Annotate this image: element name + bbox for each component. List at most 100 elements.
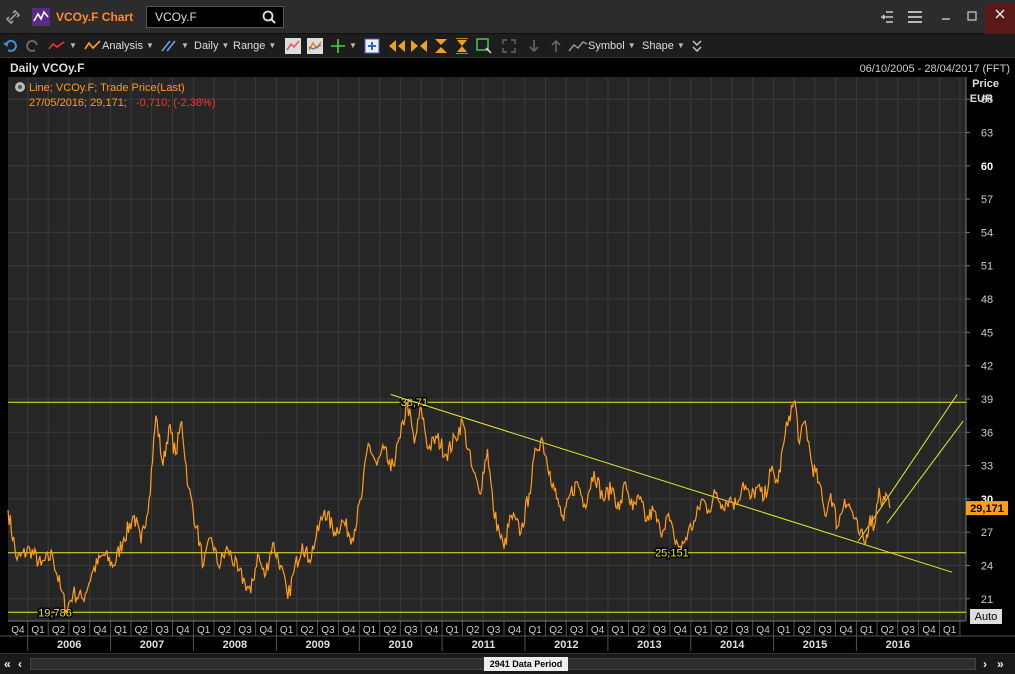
y-tick-label: 48	[981, 294, 993, 306]
x-year-label: 2012	[554, 639, 578, 651]
symbol-button[interactable]: Symbol ▼	[568, 34, 636, 57]
minimize-button[interactable]	[932, 6, 960, 28]
x-quarter-label: Q1	[694, 625, 708, 636]
time-scrollbar[interactable]: « ‹ 2941 Data Period › »	[0, 653, 1015, 674]
level-label: 19,786	[38, 607, 72, 619]
fit-horizontal-icon[interactable]	[410, 34, 428, 57]
x-quarter-label: Q2	[383, 625, 397, 636]
x-quarter-label: Q1	[943, 625, 957, 636]
x-quarter-label: Q1	[529, 625, 543, 636]
select-area-icon[interactable]	[476, 34, 492, 57]
shape-dropdown[interactable]: Shape ▼	[642, 34, 685, 57]
x-quarter-label: Q4	[674, 625, 688, 636]
auto-scale-button[interactable]: Auto	[970, 609, 1002, 624]
more-icon[interactable]	[692, 34, 702, 57]
zoom-in-icon[interactable]	[364, 34, 380, 57]
fit-vertical-icon[interactable]	[434, 34, 448, 57]
x-year-label: 2009	[306, 639, 330, 651]
x-quarter-label: Q4	[176, 625, 190, 636]
x-quarter-label: Q3	[321, 625, 335, 636]
x-year-label: 2011	[472, 639, 496, 651]
chart-toolbar: ▼ Analysis ▼ ▼ Daily ▼ Range ▼ ▼ Symbol …	[0, 34, 1015, 58]
fullscreen-icon[interactable]	[502, 34, 516, 57]
x-quarter-label: Q2	[881, 625, 895, 636]
x-quarter-label: Q4	[756, 625, 770, 636]
y-axis-unit: EUR	[970, 93, 993, 105]
draw-tool-icon[interactable]: ▼	[160, 34, 189, 57]
x-quarter-label: Q2	[218, 625, 232, 636]
x-year-label: 2007	[140, 639, 164, 651]
legend-change: -0,710; (-2,38%)	[136, 97, 215, 109]
x-year-label: 2010	[388, 639, 412, 651]
line-style-icon[interactable]: ▼	[48, 34, 77, 57]
x-year-label: 2016	[886, 639, 910, 651]
x-quarter-label: Q3	[73, 625, 87, 636]
scroll-start-icon[interactable]: «	[4, 657, 11, 671]
x-quarter-label: Q2	[715, 625, 729, 636]
scroll-next-icon[interactable]: ›	[983, 657, 987, 671]
y-axis-label: Price	[972, 78, 999, 90]
x-quarter-label: Q4	[11, 625, 25, 636]
x-quarter-label: Q4	[922, 625, 936, 636]
x-quarter-label: Q3	[818, 625, 832, 636]
y-tick-label: 42	[981, 361, 993, 373]
link-icon[interactable]	[6, 0, 20, 33]
price-chart[interactable]: 21242730333639424548515457606366 38,7125…	[0, 58, 1015, 653]
y-tick-label: 27	[981, 527, 993, 539]
x-quarter-label: Q1	[363, 625, 377, 636]
y-tick-label: 63	[981, 128, 993, 140]
scroll-end-icon[interactable]: »	[997, 657, 1004, 671]
x-quarter-label: Q4	[342, 625, 356, 636]
auto-scale-label: Auto	[975, 611, 998, 623]
x-year-label: 2008	[223, 639, 247, 651]
shape-label: Shape	[642, 39, 674, 52]
x-quarter-label: Q2	[798, 625, 812, 636]
chart-type-icon[interactable]	[285, 34, 301, 57]
legend-series: Line; VCOy.F; Trade Price(Last)	[29, 82, 185, 94]
x-quarter-label: Q1	[114, 625, 128, 636]
y-tick-label: 51	[981, 261, 993, 273]
x-quarter-label: Q1	[860, 625, 874, 636]
x-quarter-label: Q2	[549, 625, 563, 636]
redo-icon[interactable]	[24, 34, 40, 57]
x-quarter-label: Q2	[52, 625, 66, 636]
x-quarter-label: Q3	[238, 625, 252, 636]
title-bar: VCOy.F Chart VCOy.F	[0, 0, 1015, 34]
arrow-down-icon[interactable]	[528, 34, 540, 57]
x-quarter-label: Q1	[197, 625, 211, 636]
y-tick-label: 24	[981, 561, 993, 573]
level-label: 25,151	[655, 548, 689, 560]
date-range: 06/10/2005 - 28/04/2017 (FFT)	[860, 63, 1010, 75]
maximize-button[interactable]	[958, 6, 986, 28]
legend-date-value: 27/05/2016; 29,171;	[29, 97, 127, 109]
scroll-left-icon[interactable]	[388, 34, 406, 57]
y-tick-label: 57	[981, 194, 993, 206]
compare-icon[interactable]	[307, 34, 323, 57]
x-quarter-label: Q3	[653, 625, 667, 636]
y-tick-label: 60	[981, 161, 993, 173]
x-quarter-label: Q3	[404, 625, 418, 636]
x-quarter-label: Q3	[487, 625, 501, 636]
x-quarter-label: Q1	[446, 625, 460, 636]
chart-title: Daily VCOy.F	[10, 61, 84, 75]
close-button[interactable]	[985, 4, 1015, 34]
x-quarter-label: Q2	[466, 625, 480, 636]
x-year-label: 2014	[720, 639, 745, 651]
undo-icon[interactable]	[3, 34, 19, 57]
legend-toggle-icon[interactable]	[15, 82, 25, 92]
y-tick-label: 54	[981, 227, 993, 239]
range-dropdown[interactable]: Range ▼	[233, 34, 276, 57]
crosshair-icon[interactable]: ▼	[330, 34, 357, 57]
scroll-prev-icon[interactable]: ‹	[18, 657, 22, 671]
layout-icon[interactable]	[880, 0, 894, 33]
fit-all-icon[interactable]	[455, 34, 469, 57]
x-quarter-label: Q1	[777, 625, 791, 636]
interval-dropdown[interactable]: Daily ▼	[194, 34, 229, 57]
data-period-label: 2941 Data Period	[484, 657, 568, 671]
arrow-up-icon[interactable]	[550, 34, 562, 57]
analysis-button[interactable]: Analysis ▼	[84, 34, 154, 57]
menu-icon[interactable]	[908, 0, 922, 33]
interval-label: Daily	[194, 39, 219, 52]
x-axis: Q4 Q1 Q2 Q3 Q4 Q1 Q2 Q3 Q4 Q1 Q2 Q3 Q4 Q1 Q2 Q3 Q4 Q1 Q2 Q3…	[0, 620, 1015, 653]
search-icon[interactable]	[262, 0, 276, 33]
